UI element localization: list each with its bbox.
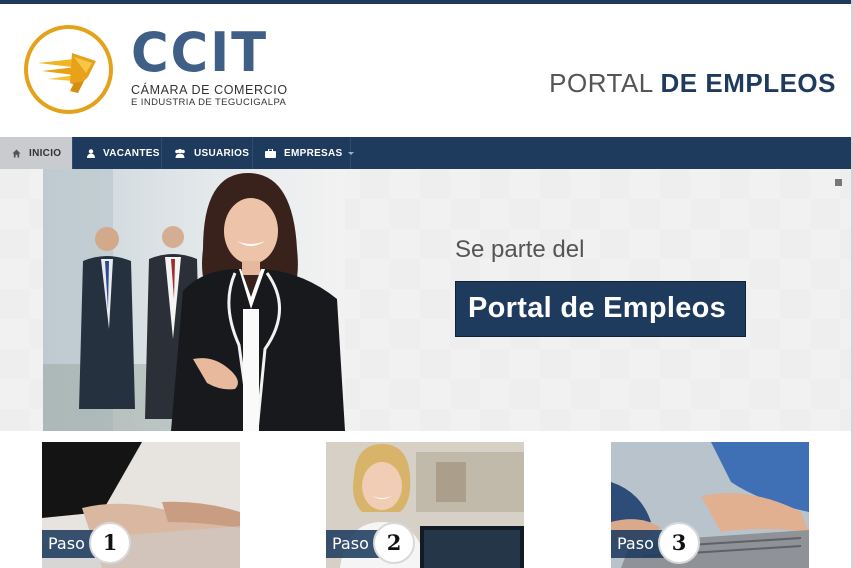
- step-number-badge: 1: [89, 522, 131, 564]
- site-header: CCIT CÁMARA DE COMERCIO E INDUSTRIA DE T…: [0, 4, 853, 137]
- nav-item-vacantes[interactable]: VACANTES: [73, 137, 162, 169]
- step-card-3[interactable]: Paso 3: [611, 442, 809, 568]
- step-number-badge: 2: [373, 522, 415, 564]
- home-icon: [12, 148, 21, 158]
- portal-title-light: PORTAL: [549, 68, 661, 98]
- step-label-text: Paso: [332, 534, 369, 553]
- step-number-badge: 3: [658, 522, 700, 564]
- portal-title-bold: DE EMPLEOS: [660, 68, 836, 98]
- brand-subtitle-line2: E INDUSTRIA DE TEGUCIGALPA: [131, 97, 287, 108]
- nav-item-empresas[interactable]: EMPRESAS: [253, 137, 354, 169]
- briefcase-icon: [265, 148, 276, 158]
- nav-item-usuarios[interactable]: USUARIOS: [162, 137, 253, 169]
- hero-banner-text: Portal de Empleos: [468, 292, 727, 324]
- users-icon: [174, 148, 186, 158]
- brand-name: CCIT: [131, 21, 268, 84]
- chevron-down-icon: [347, 151, 354, 155]
- brand-block: CCIT CÁMARA DE COMERCIO E INDUSTRIA DE T…: [131, 21, 288, 109]
- step-card-2[interactable]: Paso 2: [326, 442, 524, 568]
- slider-indicator[interactable]: [835, 179, 842, 186]
- nav-label-empresas: EMPRESAS: [284, 147, 343, 159]
- nav-item-inicio[interactable]: INICIO: [0, 137, 73, 169]
- portal-title: PORTAL DE EMPLEOS: [549, 68, 836, 99]
- hero-subtitle: Se parte del: [455, 236, 585, 263]
- nav-label-inicio: INICIO: [29, 147, 62, 159]
- step-label-text: Paso: [617, 534, 654, 553]
- user-icon: [87, 148, 95, 158]
- main-navigation: INICIO VACANTES USUARIOS EMPRESAS: [0, 137, 853, 169]
- hero-slider: Se parte del Portal de Empleos: [0, 169, 853, 431]
- hero-banner: Portal de Empleos: [455, 281, 746, 337]
- brand-subtitle-line1: CÁMARA DE COMERCIO: [131, 83, 288, 97]
- nav-label-vacantes: VACANTES: [103, 147, 160, 159]
- step-label-text: Paso: [48, 534, 85, 553]
- nav-label-usuarios: USUARIOS: [194, 147, 250, 159]
- hero-photo-businesswoman: [43, 169, 345, 431]
- winged-helmet-logo-icon[interactable]: [24, 25, 113, 114]
- page: CCIT CÁMARA DE COMERCIO E INDUSTRIA DE T…: [0, 0, 853, 568]
- step-card-1[interactable]: Paso 1: [42, 442, 240, 568]
